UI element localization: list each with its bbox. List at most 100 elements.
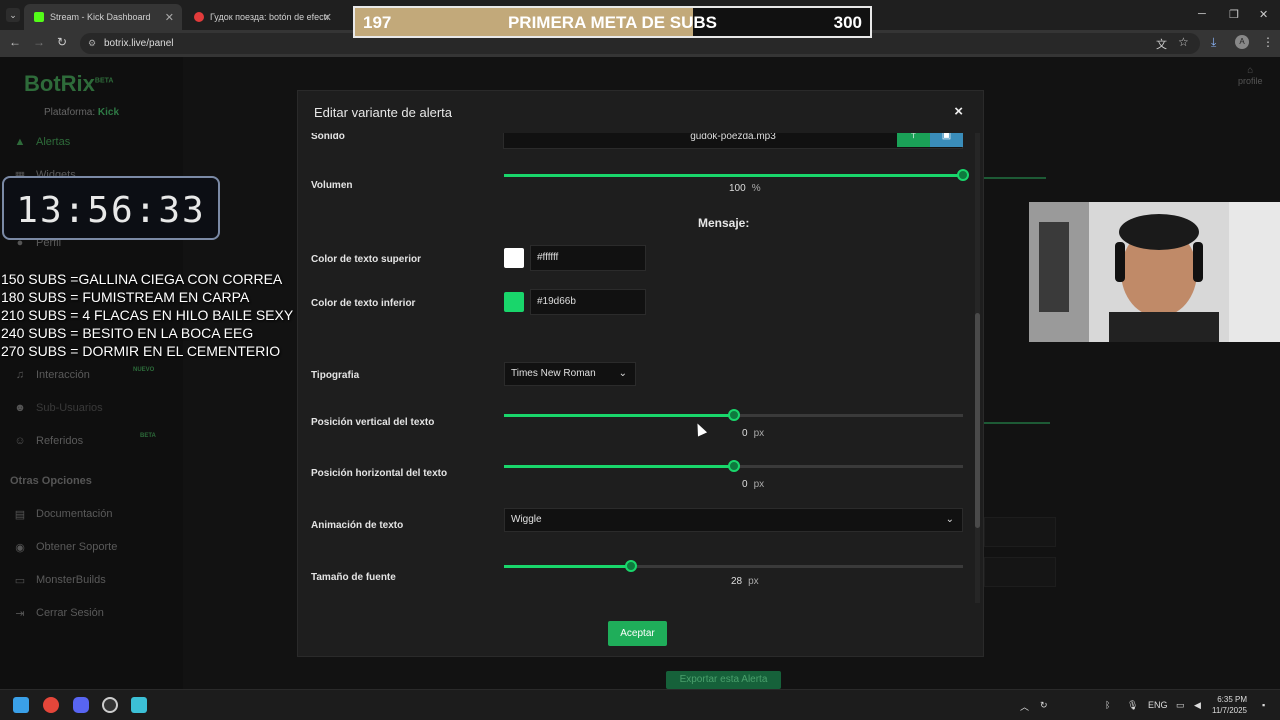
bottom-color-input[interactable]: #19d66b	[530, 289, 646, 315]
goal-target: 300	[833, 13, 862, 32]
sub-goal-item: 270 SUBS = DORMIR EN EL CEMENTERIO	[1, 343, 281, 359]
slider-fill	[504, 465, 734, 468]
section-title: Otras Opciones	[10, 475, 92, 487]
background-line	[984, 177, 1046, 179]
sidebar-item-interaccion[interactable]: ♫ Interacción	[14, 369, 90, 381]
sidebar-item-cerrar-sesion[interactable]: ⇥ Cerrar Sesión	[14, 607, 103, 620]
chrome-icon[interactable]	[43, 697, 59, 713]
sound-site-icon	[194, 12, 204, 22]
translate-icon[interactable]: 文	[1156, 36, 1167, 52]
hpos-label: Posición horizontal del texto	[311, 468, 448, 479]
sound-file-field[interactable]: gudok-poezda.mp3	[503, 133, 963, 149]
timer-text: 13:56:33	[16, 190, 206, 231]
background-slider	[984, 422, 1050, 424]
export-label: Exportar esta Alerta	[679, 674, 768, 685]
stream-timer: 13:56:33	[2, 176, 220, 240]
upload-sound-button[interactable]: ⤒	[897, 133, 930, 147]
discord-icon[interactable]	[73, 697, 89, 713]
sub-goal-item: 180 SUBS = FUMISTREAM EN CARPA	[1, 289, 250, 305]
top-color-input[interactable]: #ffffff	[530, 245, 646, 271]
kick-icon	[34, 12, 44, 22]
font-size-unit: px	[748, 576, 759, 587]
sidebar-item-referidos[interactable]: ☺ Referidos	[14, 435, 83, 447]
sidebar-item-label: Interacción	[36, 369, 90, 381]
download-icon[interactable]: ⤓	[1211, 35, 1216, 50]
modal-header: Editar variante de alerta ×	[298, 91, 983, 133]
sidebar-item-label: Obtener Soporte	[36, 541, 118, 553]
profile-link[interactable]: ⌂ profile	[1238, 65, 1263, 86]
microphone-icon[interactable]: 🎙	[1127, 700, 1138, 711]
font-size-number: 28	[731, 576, 743, 587]
animation-select[interactable]: Wiggle ⌄	[504, 508, 963, 532]
sidebar-item-alertas[interactable]: ▲ Alertas	[14, 136, 71, 148]
logo-badge: BETA	[94, 77, 114, 85]
clock-date: 11/7/2025	[1212, 706, 1247, 715]
bluetooth-icon[interactable]: ᛒ	[1105, 700, 1110, 710]
back-icon[interactable]: ←	[9, 35, 21, 49]
site-info-icon[interactable]: ⚙	[88, 33, 96, 54]
volume-icon[interactable]: ◀	[1194, 700, 1201, 711]
menu-icon[interactable]: ⋮	[1262, 35, 1274, 49]
choose-sound-button[interactable]: ▣	[930, 133, 963, 147]
doc-icon: ▤	[14, 509, 26, 521]
hpos-number: 0	[742, 479, 748, 490]
sidebar-item-label: Sub-Usuarios	[36, 402, 103, 414]
forward-icon[interactable]: →	[33, 35, 45, 49]
warning-icon: ▲	[14, 136, 26, 148]
clock-time: 6:35 PM	[1217, 695, 1247, 704]
sound-file-name: gudok-poezda.mp3	[690, 133, 776, 142]
language-indicator[interactable]: ENG	[1148, 700, 1168, 710]
accept-button[interactable]: Aceptar	[608, 621, 667, 646]
close-window-icon[interactable]: ✕	[1259, 8, 1268, 21]
sound-label: Sonido	[311, 133, 345, 142]
sidebar-item-label: Referidos	[36, 435, 84, 447]
clock[interactable]: 6:35 PM 11/7/2025	[1212, 694, 1247, 716]
close-tab-icon[interactable]: ✕	[165, 11, 174, 24]
notification-icon[interactable]: ▪	[1262, 700, 1265, 710]
top-color-swatch[interactable]	[504, 248, 524, 268]
bottom-color-swatch[interactable]	[504, 292, 524, 312]
slider-handle[interactable]	[727, 460, 740, 472]
volume-slider[interactable]	[504, 169, 969, 181]
sidebar-item-sub-usuarios[interactable]: ☻ Sub-Usuarios	[14, 402, 103, 414]
horizontal-position-slider[interactable]	[504, 460, 963, 472]
sidebar-item-soporte[interactable]: ◉ Obtener Soporte	[14, 541, 118, 554]
bookmark-star-icon[interactable]: ☆	[1178, 35, 1189, 49]
export-alert-button[interactable]: Exportar esta Alerta	[666, 671, 781, 689]
notepad-icon[interactable]	[131, 697, 147, 713]
message-title: Mensaje:	[698, 216, 750, 230]
sync-icon[interactable]: ↻	[1040, 700, 1048, 711]
obs-icon[interactable]	[102, 697, 118, 713]
background-panel	[984, 517, 1056, 547]
minimize-icon[interactable]: ─	[1198, 8, 1206, 20]
vertical-position-slider[interactable]	[504, 409, 963, 421]
windows-start-icon[interactable]	[13, 697, 29, 713]
sub-goal-bar: PRIMERA META DE SUBS 197 300	[353, 6, 872, 38]
tab-gudok[interactable]: Гудок поезда: botón de efecto ✕	[184, 4, 340, 30]
font-size-value: 28 px	[731, 576, 759, 587]
platform-label: Plataforma:	[44, 107, 96, 118]
font-select[interactable]: Times New Roman ⌄	[504, 362, 636, 386]
close-icon[interactable]: ×	[954, 103, 963, 120]
chevron-up-icon[interactable]: ︿	[1020, 700, 1029, 713]
top-color-text: #ffffff	[537, 252, 559, 263]
logo-text: BotRix	[24, 71, 95, 96]
tab-search-icon[interactable]: ⌄	[6, 8, 20, 22]
sidebar-item-documentacion[interactable]: ▤ Documentación	[14, 508, 113, 521]
tab-kick-dashboard[interactable]: Stream - Kick Dashboard ✕	[24, 4, 182, 30]
modal-scrollbar-thumb[interactable]	[975, 313, 980, 528]
chevron-down-icon: ⌄	[618, 368, 627, 379]
reload-icon[interactable]: ↻	[57, 35, 67, 49]
slider-handle[interactable]	[727, 409, 740, 421]
font-size-slider[interactable]	[504, 560, 963, 572]
users-icon: ☻	[14, 402, 26, 414]
slider-handle[interactable]	[957, 169, 969, 181]
slider-handle[interactable]	[625, 560, 638, 572]
avatar[interactable]: A	[1235, 35, 1249, 49]
logout-icon: ⇥	[15, 608, 25, 620]
maximize-icon[interactable]: ❐	[1229, 8, 1239, 21]
network-icon[interactable]: ▭	[1176, 700, 1185, 711]
sub-goal-item: 240 SUBS = BESITO EN LA BOCA EEG	[1, 325, 254, 341]
close-tab-icon[interactable]: ✕	[323, 11, 332, 24]
sidebar-item-monsterbuilds[interactable]: ▭ MonsterBuilds	[14, 574, 106, 587]
